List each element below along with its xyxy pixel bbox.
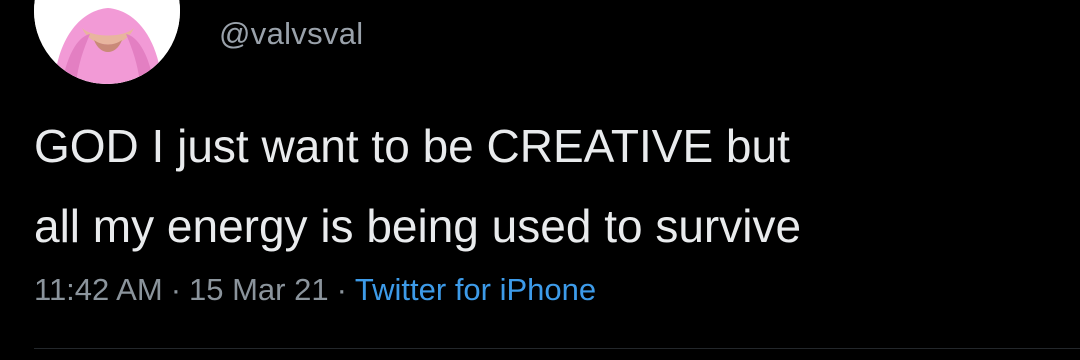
tweet-text: GOD I just want to be CREATIVE but all m… bbox=[34, 106, 1054, 266]
tweet-date[interactable]: 15 Mar 21 bbox=[189, 272, 329, 307]
tweet-text-line: all my energy is being used to survive bbox=[34, 200, 802, 252]
tweet-source-link[interactable]: Twitter for iPhone bbox=[355, 272, 596, 307]
meta-separator: · bbox=[170, 272, 182, 307]
divider bbox=[34, 348, 1080, 349]
tweet-text-line: GOD I just want to be CREATIVE but bbox=[34, 120, 790, 172]
tweet-card: @valvsval GOD I just want to be CREATIVE… bbox=[0, 0, 1080, 360]
tweet-meta: 11:42 AM · 15 Mar 21 · Twitter for iPhone bbox=[34, 272, 596, 308]
avatar[interactable] bbox=[34, 0, 180, 84]
meta-separator: · bbox=[336, 272, 347, 307]
user-handle[interactable]: @valvsval bbox=[219, 16, 363, 52]
tweet-time[interactable]: 11:42 AM bbox=[34, 272, 163, 307]
profile-photo-icon bbox=[34, 0, 180, 84]
